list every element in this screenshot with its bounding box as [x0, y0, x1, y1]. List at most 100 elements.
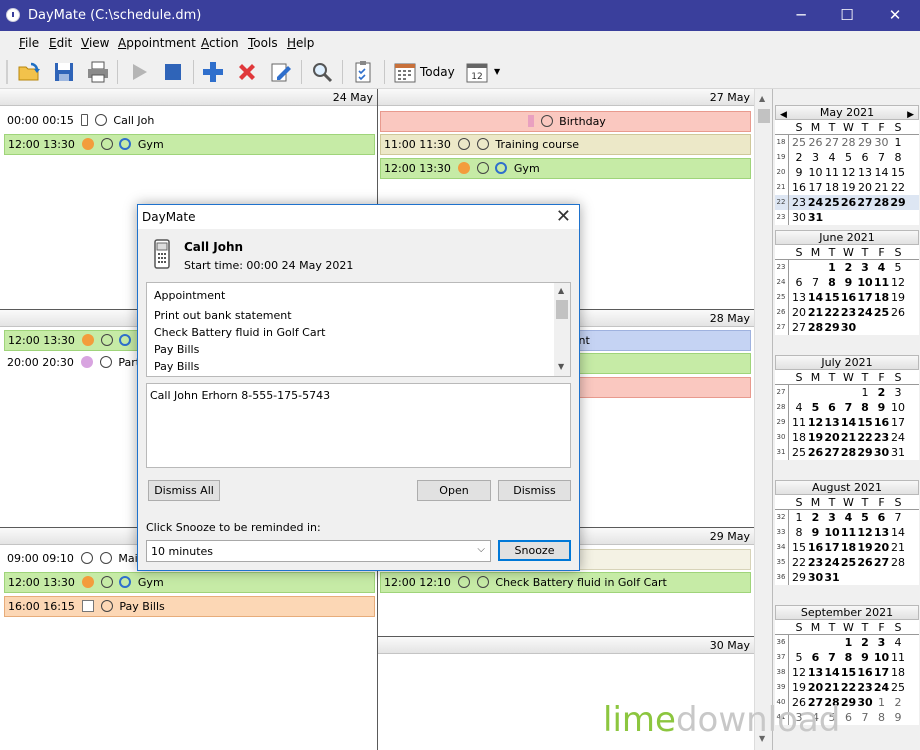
calendar-day[interactable]: 29 [890, 195, 906, 210]
calendar-day[interactable]: 14 [890, 525, 906, 540]
calendar-day[interactable]: 21 [808, 305, 824, 320]
calendar-day[interactable]: 10 [824, 525, 840, 540]
calendar-day[interactable]: 1 [824, 260, 840, 275]
calendar-day[interactable]: 17 [808, 180, 824, 195]
calendar-day[interactable]: 25 [874, 305, 890, 320]
calendar-day[interactable]: 18 [824, 180, 840, 195]
calendar-day[interactable]: 13 [808, 665, 824, 680]
calendar-day[interactable]: 19 [841, 180, 857, 195]
calendar-day[interactable]: 10 [890, 400, 906, 415]
calendar-day[interactable]: 27 [874, 555, 890, 570]
calendar-day[interactable]: 28 [808, 320, 824, 335]
calendar-day[interactable]: 20 [808, 680, 824, 695]
menu-help[interactable]: Help [287, 36, 314, 50]
event-birthday[interactable]: Birthday [380, 111, 751, 132]
menu-appointment[interactable]: Appointment [118, 36, 196, 50]
calendar-day[interactable]: 3 [890, 385, 906, 400]
edit-icon[interactable] [269, 60, 293, 84]
calendar-day[interactable]: 22 [890, 180, 906, 195]
calendar-day[interactable]: 30 [808, 570, 824, 585]
event-training-course[interactable]: 11:00 11:30 Training course [380, 134, 751, 155]
list-scrollbar[interactable]: ▲ ▼ [554, 283, 570, 376]
calendar-day[interactable]: 21 [890, 540, 906, 555]
menu-edit[interactable]: Edit [49, 36, 72, 50]
list-item[interactable]: Print out bank statement [154, 309, 292, 322]
calendar-day[interactable]: 2 [841, 260, 857, 275]
calendar-day[interactable]: 6 [808, 650, 824, 665]
event-gym[interactable]: 12:00 13:30 Gym [4, 134, 375, 155]
stop-icon[interactable] [161, 60, 185, 84]
search-icon[interactable] [310, 60, 334, 84]
calendar-day[interactable]: 4 [791, 400, 807, 415]
today-button-label[interactable]: Today [420, 65, 455, 79]
calendar-day[interactable]: 29 [841, 695, 857, 710]
scroll-up-arrow[interactable]: ▲ [558, 286, 564, 295]
menu-tools[interactable]: Tools [248, 36, 278, 50]
calendar-day[interactable]: 31 [808, 210, 824, 225]
calendar-day[interactable]: 2 [890, 695, 906, 710]
calendar-day[interactable]: 8 [874, 710, 890, 725]
calendar-today-icon[interactable] [393, 60, 417, 84]
calendar-day[interactable]: 6 [791, 275, 807, 290]
scrollbar-thumb[interactable] [758, 109, 770, 123]
calendar-day[interactable]: 23 [874, 430, 890, 445]
calendar-day[interactable]: 27 [824, 445, 840, 460]
calendar-day[interactable]: 3 [874, 635, 890, 650]
calendar-day[interactable]: 11 [890, 650, 906, 665]
minimize-button[interactable]: ─ [778, 0, 824, 31]
calendar-day[interactable]: 9 [890, 710, 906, 725]
scroll-down-arrow[interactable]: ▼ [558, 362, 564, 371]
calendar-day[interactable]: 8 [791, 525, 807, 540]
reminder-notes[interactable]: Call John Erhorn 8-555-175-5743 [146, 383, 571, 468]
calendar-day[interactable]: 18 [841, 540, 857, 555]
calendar-date-icon[interactable]: 12 [465, 60, 489, 84]
calendar-day[interactable]: 22 [791, 555, 807, 570]
calendar-day[interactable]: 6 [874, 510, 890, 525]
calendar-day[interactable]: 2 [857, 635, 873, 650]
calendar-day[interactable]: 16 [857, 665, 873, 680]
calendar-day[interactable]: 9 [874, 400, 890, 415]
calendar-day[interactable]: 5 [791, 650, 807, 665]
calendar-day[interactable]: 8 [824, 275, 840, 290]
calendar-day[interactable]: 10 [874, 650, 890, 665]
calendar-day[interactable]: 14 [874, 165, 890, 180]
calendar-day[interactable]: 27 [791, 320, 807, 335]
calendar-day[interactable]: 10 [857, 275, 873, 290]
calendar-day[interactable]: 26 [808, 445, 824, 460]
maximize-button[interactable]: ☐ [824, 0, 870, 31]
scroll-up-arrow[interactable]: ▲ [759, 94, 765, 103]
calendar-day[interactable]: 20 [824, 430, 840, 445]
calendar-day[interactable]: 19 [857, 540, 873, 555]
open-button[interactable]: Open [417, 480, 491, 501]
close-window-button[interactable]: ✕ [872, 0, 918, 31]
calendar-day[interactable]: 1 [791, 510, 807, 525]
calendar-day[interactable]: 24 [808, 195, 824, 210]
calendar-day[interactable]: 8 [841, 650, 857, 665]
calendar-day[interactable]: 3 [857, 260, 873, 275]
snooze-select[interactable]: 10 minutes ⌵ [146, 540, 491, 562]
calendar-day[interactable]: 21 [841, 430, 857, 445]
calendar-day[interactable]: 16 [808, 540, 824, 555]
calendar-day[interactable]: 6 [857, 150, 873, 165]
calendar-day[interactable]: 7 [874, 150, 890, 165]
calendar-day[interactable]: 18 [890, 665, 906, 680]
calendar-day[interactable]: 19 [890, 290, 906, 305]
calendar-day[interactable]: 23 [857, 680, 873, 695]
event-call-john[interactable]: 00:00 00:15 Call Joh [4, 111, 375, 132]
task-list-icon[interactable] [351, 60, 375, 84]
dismiss-all-button[interactable]: Dismiss All [148, 480, 220, 501]
calendar-day[interactable]: 17 [874, 665, 890, 680]
calendar-day[interactable]: 15 [791, 540, 807, 555]
calendar-day[interactable]: 7 [890, 510, 906, 525]
calendar-day[interactable]: 30 [841, 320, 857, 335]
calendar-day[interactable]: 24 [824, 555, 840, 570]
calendar-day[interactable]: 25 [824, 195, 840, 210]
calendar-day[interactable]: 9 [808, 525, 824, 540]
event-pay-bills[interactable]: 16:00 16:15 Pay Bills [4, 596, 375, 617]
calendar-day[interactable]: 5 [857, 510, 873, 525]
calendar-day[interactable]: 22 [841, 680, 857, 695]
calendar-day[interactable]: 27 [824, 135, 840, 150]
calendar-day[interactable]: 16 [874, 415, 890, 430]
calendar-day[interactable]: 15 [824, 290, 840, 305]
calendar-day[interactable]: 17 [824, 540, 840, 555]
